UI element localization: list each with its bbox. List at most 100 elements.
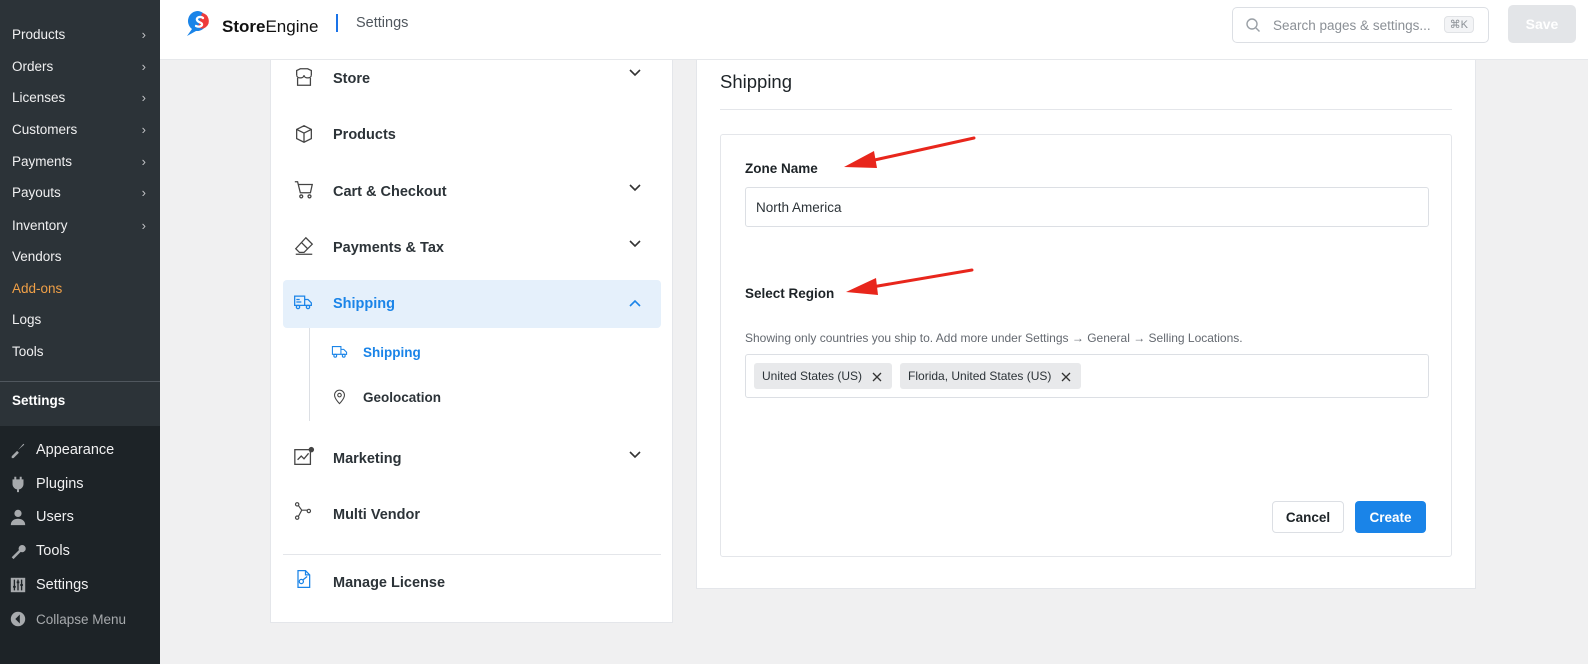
submenu-label: Payouts: [12, 185, 61, 200]
user-icon: [8, 507, 28, 527]
title-divider: [720, 109, 1452, 110]
submenu-item-shipping[interactable]: Shipping: [331, 337, 421, 367]
menu-item-marketing[interactable]: Marketing: [283, 435, 661, 483]
search-input[interactable]: Search pages & settings... ⌘K: [1232, 7, 1489, 43]
wp-menu-label: Tools: [36, 543, 70, 559]
chevron-right-icon: ›: [141, 122, 146, 137]
page-breadcrumb: Settings: [356, 15, 409, 31]
chart-icon: [293, 446, 315, 468]
menu-item-shipping[interactable]: Shipping: [283, 280, 661, 328]
wp-menu-users[interactable]: Users: [8, 505, 74, 529]
plug-icon: [8, 474, 28, 494]
submenu-logs[interactable]: Logs: [12, 308, 148, 332]
submenu-tools[interactable]: Tools: [12, 340, 148, 364]
region-multiselect[interactable]: United States (US) Florida, United State…: [745, 354, 1429, 398]
shortcut-badge: ⌘K: [1443, 16, 1474, 33]
wp-menu-appearance[interactable]: Appearance: [8, 438, 114, 462]
region-tag-label: United States (US): [762, 369, 863, 383]
chevron-right-icon: ›: [141, 154, 146, 169]
eraser-icon: [293, 235, 315, 257]
submenu-payments[interactable]: Payments ›: [12, 150, 148, 174]
submenu-addons[interactable]: Add-ons: [12, 277, 148, 301]
zone-name-label: Zone Name: [745, 161, 818, 176]
cart-icon: [293, 179, 315, 201]
menu-item-payments-tax[interactable]: Payments & Tax: [283, 224, 661, 272]
submenu-label: Inventory: [12, 218, 68, 233]
wp-menu-label: Settings: [36, 577, 89, 593]
submenu-inventory[interactable]: Inventory ›: [12, 214, 148, 238]
menu-item-multi-vendor[interactable]: Multi Vendor: [283, 491, 661, 539]
collapse-icon: [8, 609, 28, 629]
search-icon: [1245, 17, 1261, 33]
brand-name-rest: Engine: [265, 16, 319, 36]
brand-name-strong: Store: [222, 16, 266, 36]
paintbrush-icon: [8, 440, 28, 460]
chevron-down-icon: [627, 64, 643, 80]
brand[interactable]: StoreEngine: [184, 9, 318, 44]
menu-item-manage-license[interactable]: Manage License: [283, 559, 661, 607]
chevron-right-icon: ›: [141, 185, 146, 200]
search-placeholder: Search pages & settings...: [1273, 17, 1431, 33]
submenu-vendors[interactable]: Vendors: [12, 245, 148, 269]
header-divider: [336, 14, 338, 32]
storeengine-submenu: Products › Orders › Licenses › Customers › P…: [0, 0, 160, 426]
menu-item-label: Cart & Checkout: [333, 184, 447, 200]
submenu-products[interactable]: Products ›: [12, 23, 148, 47]
chevron-down-icon: [627, 179, 643, 195]
menu-item-products[interactable]: Products: [283, 111, 661, 159]
network-icon: [293, 501, 315, 523]
region-tag-label: Florida, United States (US): [908, 369, 1052, 383]
chevron-up-icon: [627, 296, 643, 312]
submenu-licenses[interactable]: Licenses ›: [12, 86, 148, 110]
create-button[interactable]: Create: [1355, 501, 1426, 533]
zone-name-input[interactable]: [745, 187, 1429, 227]
chevron-right-icon: ›: [141, 59, 146, 74]
submenu-guide-line: [309, 328, 310, 421]
submenu-orders[interactable]: Orders ›: [12, 55, 148, 79]
menu-divider: [283, 554, 661, 555]
menu-item-cart-checkout[interactable]: Cart & Checkout: [283, 168, 661, 216]
menu-item-store[interactable]: Store: [283, 54, 661, 102]
submenu-label: Orders: [12, 59, 54, 74]
truck-icon: [293, 292, 315, 314]
wp-menu-settings[interactable]: Settings: [8, 573, 88, 597]
truck-icon: [331, 343, 349, 361]
settings-menu: Store Products Cart & Checkout Payments …: [270, 60, 673, 623]
save-button[interactable]: Save: [1508, 5, 1576, 43]
submenu-item-label: Geolocation: [363, 389, 442, 405]
submenu-label: Tools: [12, 344, 44, 359]
remove-tag-icon[interactable]: [1061, 371, 1071, 382]
chevron-down-icon: [627, 235, 643, 251]
wp-menu-tools[interactable]: Tools: [8, 539, 70, 563]
submenu-label: Vendors: [12, 249, 62, 264]
storeengine-header: StoreEngine Settings Search pages & sett…: [160, 0, 1588, 60]
select-region-label: Select Region: [745, 286, 835, 301]
annotation-arrow-icon: [844, 136, 976, 168]
submenu-payouts[interactable]: Payouts ›: [12, 181, 148, 205]
submenu-customers[interactable]: Customers ›: [12, 118, 148, 142]
wp-menu-label: Plugins: [36, 476, 84, 492]
region-tag: Florida, United States (US): [900, 363, 1082, 389]
menu-item-label: Manage License: [333, 575, 446, 591]
remove-tag-icon[interactable]: [872, 371, 882, 382]
cancel-button[interactable]: Cancel: [1272, 501, 1344, 533]
map-pin-icon: [331, 388, 349, 406]
wp-menu-plugins[interactable]: Plugins: [8, 472, 84, 496]
submenu-label: Products: [12, 27, 66, 42]
submenu-label: Payments: [12, 154, 73, 169]
wp-menu-collapse[interactable]: Collapse Menu: [8, 607, 126, 631]
submenu-item-geolocation[interactable]: Geolocation: [331, 382, 441, 412]
chevron-down-icon: [627, 446, 643, 462]
submenu-label: Licenses: [12, 90, 66, 105]
chevron-right-icon: ›: [141, 90, 146, 105]
submenu-label: Logs: [12, 312, 42, 327]
settings-sliders-icon: [8, 575, 28, 595]
menu-item-label: Multi Vendor: [333, 507, 420, 523]
wrench-icon: [8, 541, 28, 561]
submenu-settings-current[interactable]: Settings: [12, 393, 65, 408]
storeengine-logo-icon: [184, 9, 214, 44]
submenu-label: Customers: [12, 122, 78, 137]
wp-menu-label: Users: [36, 509, 74, 525]
shipping-zone-panel: Shipping Zone Name Select Region Showing…: [696, 60, 1476, 589]
license-icon: [293, 569, 315, 591]
